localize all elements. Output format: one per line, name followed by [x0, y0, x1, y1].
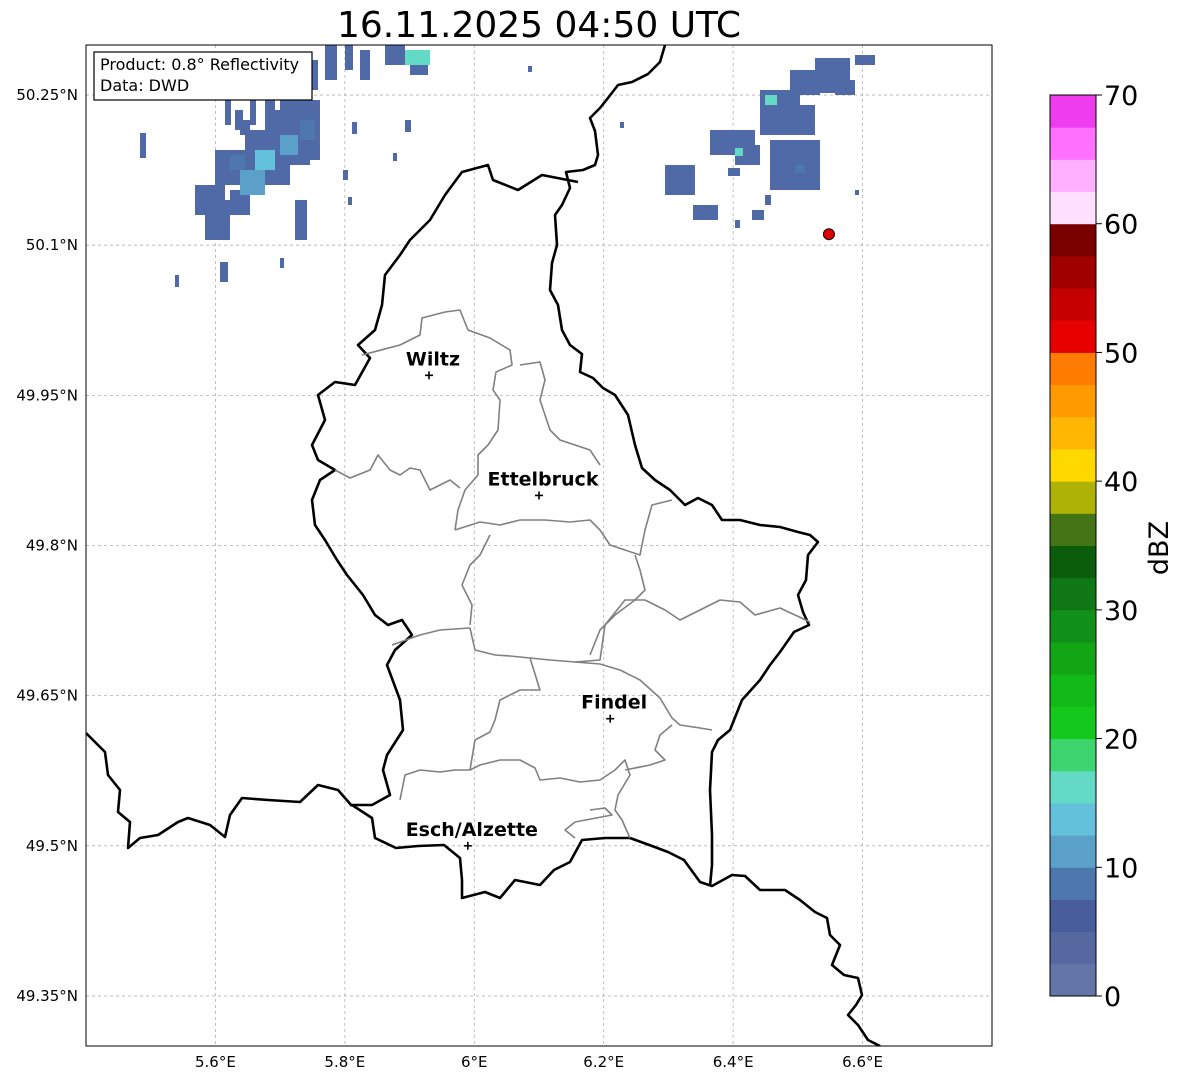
lat-tick-label: 50.1°N — [26, 236, 78, 254]
colorbar-bin — [1050, 867, 1096, 900]
colorbar-tick-label: 10 — [1104, 853, 1138, 884]
radar-figure: Wiltz Ettelbruck Findel Esch/Alzette Produc… — [16, 44, 1175, 1071]
data-source-label: Data: DWD — [100, 76, 189, 95]
colorbar-bin — [1050, 545, 1096, 579]
lat-tick-label: 49.95°N — [16, 386, 78, 404]
city-label: Ettelbruck — [488, 468, 599, 490]
colorbar-bin — [1050, 416, 1096, 450]
colorbar: 0 10 20 30 40 50 60 70 dBZ — [1049, 81, 1175, 1013]
colorbar-bin — [1050, 352, 1096, 386]
colorbar-bin — [1050, 770, 1096, 804]
colorbar-bin — [1050, 963, 1096, 997]
colorbar-bin — [1050, 642, 1096, 675]
colorbar-label: dBZ — [1144, 521, 1175, 575]
colorbar-bin — [1050, 127, 1096, 160]
colorbar-tick-label: 30 — [1104, 596, 1138, 627]
colorbar-bin — [1050, 513, 1096, 546]
radar-site-marker[interactable] — [822, 228, 835, 241]
lon-tick-label: 6.4°E — [713, 1053, 754, 1071]
colorbar-bin — [1050, 288, 1096, 321]
colorbar-bin — [1050, 899, 1096, 933]
lon-tick-label: 5.8°E — [324, 1053, 365, 1071]
colorbar-bin — [1050, 609, 1096, 643]
lon-tick-label: 6.2°E — [583, 1053, 624, 1071]
lat-tick-label: 49.5°N — [26, 837, 78, 855]
colorbar-bin — [1050, 448, 1096, 482]
colorbar-bin — [1050, 384, 1096, 418]
colorbar-tick-label: 50 — [1104, 338, 1138, 369]
info-box: Product: 0.8° Reflectivity Data: DWD — [93, 51, 313, 101]
map-panel[interactable]: Wiltz Ettelbruck Findel Esch/Alzette Produc… — [85, 44, 993, 1047]
colorbar-bin — [1050, 255, 1096, 289]
colorbar-bin — [1050, 674, 1096, 707]
lon-tick-label: 6.6°E — [842, 1053, 883, 1071]
colorbar-bin — [1050, 835, 1096, 868]
colorbar-bin — [1050, 481, 1096, 514]
lat-tick-label: 49.35°N — [16, 987, 78, 1005]
colorbar-ticks: 0 10 20 30 40 50 60 70 — [1096, 81, 1138, 1013]
colorbar-bin — [1050, 802, 1096, 836]
city-label: Wiltz — [406, 348, 460, 370]
colorbar-bin — [1050, 320, 1096, 353]
city-label: Findel — [581, 692, 647, 714]
colorbar-tick-label: 0 — [1104, 982, 1121, 1013]
colorbar-bin — [1050, 95, 1096, 128]
lat-tick-label: 50.25°N — [16, 86, 78, 104]
lat-tick-label: 49.8°N — [26, 537, 78, 555]
colorbar-bins — [1050, 95, 1096, 997]
lon-tick-label: 6°E — [461, 1053, 488, 1071]
colorbar-tick-label: 40 — [1104, 467, 1138, 498]
colorbar-bin — [1050, 191, 1096, 225]
colorbar-tick-label: 20 — [1104, 725, 1138, 756]
lon-tick-label: 5.6°E — [195, 1053, 236, 1071]
colorbar-bin — [1050, 738, 1096, 772]
city-label: Esch/Alzette — [406, 819, 538, 841]
colorbar-bin — [1050, 223, 1096, 257]
colorbar-tick-label: 70 — [1104, 81, 1138, 112]
colorbar-bin — [1050, 706, 1096, 740]
product-label: Product: 0.8° Reflectivity — [100, 55, 299, 74]
lat-tick-label: 49.65°N — [16, 687, 78, 705]
colorbar-tick-label: 60 — [1104, 210, 1138, 241]
colorbar-bin — [1050, 931, 1096, 965]
colorbar-bin — [1050, 159, 1096, 193]
colorbar-bin — [1050, 577, 1096, 611]
